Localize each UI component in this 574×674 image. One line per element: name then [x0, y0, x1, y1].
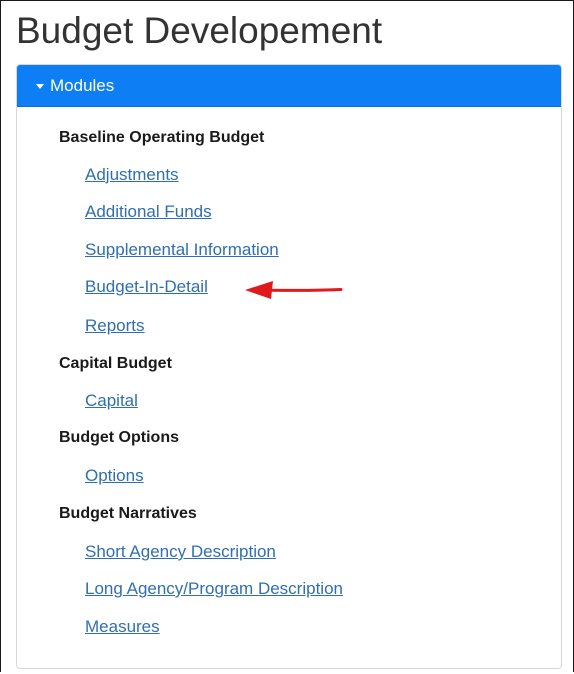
link-reports[interactable]: Reports	[85, 316, 145, 336]
modules-panel-header[interactable]: Modules	[17, 65, 561, 107]
caret-down-icon[interactable]	[36, 83, 44, 89]
link-capital[interactable]: Capital	[85, 391, 138, 411]
group-title-capital-budget: Capital Budget	[59, 355, 172, 372]
screenshot-frame: Budget Developement Modules Baseline Ope…	[0, 0, 574, 672]
link-budget-in-detail[interactable]: Budget-In-Detail	[85, 277, 208, 297]
link-supplemental-information[interactable]: Supplemental Information	[85, 240, 279, 260]
group-title-baseline-operating-budget: Baseline Operating Budget	[59, 129, 265, 146]
link-measures[interactable]: Measures	[85, 617, 160, 637]
link-additional-funds[interactable]: Additional Funds	[85, 202, 212, 222]
modules-panel: Modules Baseline Operating Budget Adjust…	[16, 64, 562, 669]
link-long-agency-program-description[interactable]: Long Agency/Program Description	[85, 579, 343, 599]
link-short-agency-description[interactable]: Short Agency Description	[85, 542, 276, 562]
link-adjustments[interactable]: Adjustments	[85, 165, 179, 185]
page-title: Budget Developement	[16, 10, 383, 51]
group-title-budget-options: Budget Options	[59, 429, 179, 446]
modules-header-label[interactable]: Modules	[50, 76, 114, 96]
group-title-budget-narratives: Budget Narratives	[59, 505, 197, 522]
link-options[interactable]: Options	[85, 466, 144, 486]
